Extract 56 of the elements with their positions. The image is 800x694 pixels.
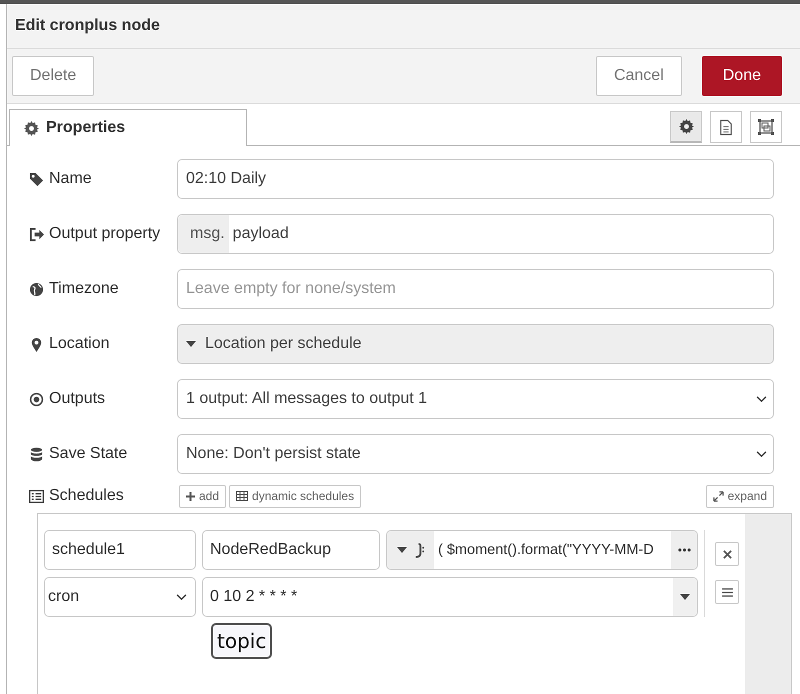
caret-icon	[186, 341, 196, 347]
typed-input-field[interactable]: msg. payload	[177, 214, 774, 254]
close-icon	[722, 550, 732, 558]
more-icon[interactable]	[671, 531, 697, 569]
location-menu-button[interactable]: Location per schedule	[177, 324, 774, 364]
database-icon	[29, 446, 44, 462]
dot-circle-icon	[29, 392, 44, 406]
table-icon	[236, 491, 248, 501]
chevron-down-icon	[756, 396, 767, 402]
document-icon	[719, 118, 733, 136]
type-prefix[interactable]: msg.	[178, 215, 229, 253]
gear-icon	[678, 119, 694, 134]
list-icon	[29, 488, 44, 504]
gear-icon	[24, 120, 39, 136]
schedule-name-field[interactable]: schedule1	[44, 530, 196, 570]
dynamic-schedules-button[interactable]: dynamic schedules	[229, 484, 362, 508]
remove-button[interactable]	[715, 542, 739, 566]
tag-icon	[29, 172, 44, 186]
field-label: Location	[49, 335, 110, 353]
tooltip: topic	[211, 623, 272, 659]
expand-button[interactable]: expand	[706, 484, 774, 508]
field-label: Timezone	[49, 280, 119, 298]
field-label: Outputs	[49, 390, 106, 408]
chevron-down-icon	[176, 594, 187, 600]
jsonata-icon	[413, 542, 426, 558]
caret-icon	[680, 594, 690, 600]
frame-icon	[757, 118, 775, 136]
appearance-tab[interactable]	[750, 111, 782, 143]
cron-expression-field[interactable]: 0 10 2 * * * *	[202, 577, 698, 617]
description-tab[interactable]	[710, 111, 742, 143]
chevron-down-icon	[756, 450, 767, 458]
map-marker-icon	[29, 336, 44, 352]
text-field[interactable]: 02:10 Daily	[177, 159, 774, 199]
expand-icon	[712, 490, 724, 502]
add-button[interactable]: add	[179, 484, 226, 508]
globe-icon	[29, 282, 44, 296]
schedule-type-select[interactable]: cron	[44, 577, 196, 617]
select-field[interactable]: None: Don't persist state	[177, 434, 774, 474]
field-label: Schedules	[49, 487, 124, 505]
dialog-title: Edit cronplus node	[15, 17, 160, 35]
field-label: Name	[49, 170, 92, 188]
field-label: Output property	[49, 225, 160, 243]
select-field[interactable]: 1 output: All messages to output 1	[177, 379, 774, 419]
done-button[interactable]: Done	[702, 56, 782, 96]
delete-button[interactable]: Delete	[12, 56, 94, 96]
sign-out-icon	[29, 226, 44, 242]
cancel-button[interactable]: Cancel	[596, 56, 682, 96]
properties-tab[interactable]: Properties	[9, 109, 247, 146]
payload-field[interactable]: ( $moment().format("YYYY-MM-D	[386, 530, 698, 570]
topic-field[interactable]: NodeRedBackup	[202, 530, 380, 570]
plus-icon	[186, 492, 195, 500]
field-label: Save State	[49, 445, 128, 463]
settings-tab[interactable]	[670, 111, 702, 143]
caret-icon	[397, 547, 407, 553]
drag-handle[interactable]	[715, 580, 739, 604]
menu-icon	[722, 588, 732, 596]
